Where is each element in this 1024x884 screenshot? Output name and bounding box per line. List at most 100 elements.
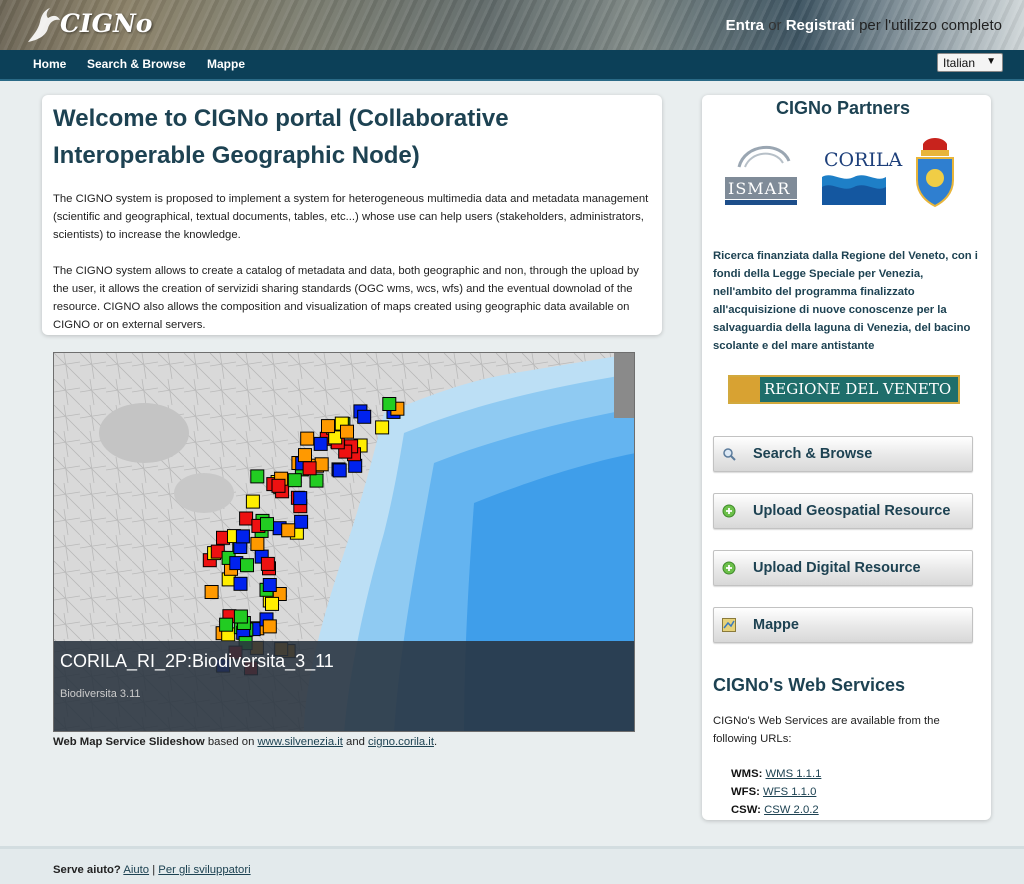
partners-title: CIGNo Partners — [775, 98, 911, 118]
map-marker — [262, 578, 277, 592]
map-marker — [298, 448, 312, 463]
corila-logo-text: CORILA — [824, 149, 903, 171]
upload-digital-label: Upload Digital Resource — [753, 560, 921, 576]
map-marker — [287, 473, 302, 488]
nav-item-search-browse[interactable]: Search & Browse — [87, 57, 186, 71]
map-marker — [294, 514, 309, 529]
map-marker — [309, 473, 324, 488]
map-marker — [313, 436, 328, 451]
upload-digital-button[interactable]: Upload Digital Resource — [713, 550, 973, 586]
map-marker — [233, 576, 248, 591]
intro-paragraph-2: The CIGNO system allows to create a cata… — [53, 265, 639, 331]
or-text: or — [768, 17, 782, 34]
map-marker — [250, 469, 265, 484]
map-marker — [281, 523, 296, 538]
lion-emblem-icon — [730, 377, 760, 402]
language-select[interactable]: Italian ▼ — [937, 53, 1003, 72]
developers-link[interactable]: Per gli sviluppatori — [158, 864, 250, 876]
upload-geospatial-button[interactable]: Upload Geospatial Resource — [713, 493, 973, 529]
corila-logo[interactable]: CORILA — [822, 143, 902, 205]
map-marker — [348, 458, 363, 473]
search-icon — [723, 448, 736, 461]
map-marker — [300, 431, 315, 446]
map-marker — [340, 424, 354, 439]
map-marker — [357, 409, 372, 424]
main-nav: Home Search & Browse Mappe — [0, 50, 1024, 81]
venezia-crest-logo[interactable] — [913, 136, 957, 208]
wms-link[interactable]: WMS 1.1.1 — [766, 768, 822, 780]
csw-row: CSW: CSW 2.0.2 — [731, 804, 819, 816]
dropdown-arrow-icon: ▼ — [986, 56, 996, 67]
plus-icon — [722, 561, 736, 575]
map-marker — [245, 494, 260, 509]
map-marker — [239, 511, 254, 526]
wms-slideshow[interactable]: CORILA_RI_2P:Biodiversita_3_11 Biodivers… — [53, 352, 635, 732]
page-title: Welcome to CIGNo portal (Collaborative I… — [53, 105, 509, 169]
map-marker — [219, 617, 234, 632]
map-marker — [235, 529, 250, 544]
csw-link[interactable]: CSW 2.0.2 — [764, 804, 819, 816]
slideshow-credits: Web Map Service Slideshow based on www.s… — [53, 736, 437, 748]
map-marker — [332, 463, 347, 478]
credits-suffix: . — [433, 736, 438, 748]
map-icon — [722, 618, 736, 632]
wfs-row: WFS: WFS 1.1.0 — [731, 786, 816, 798]
map-marker — [250, 536, 265, 551]
auth-links: Entra or Registrati per l'utilizzo compl… — [726, 17, 1002, 34]
map-marker — [262, 619, 277, 634]
map-marker — [265, 596, 279, 611]
map-marker — [302, 461, 317, 476]
map-marker — [321, 419, 335, 434]
login-link[interactable]: Entra — [726, 17, 764, 34]
map-marker — [240, 558, 254, 573]
footer-separator: | — [152, 864, 156, 876]
slide-caption-title: CORILA_RI_2P:Biodiversita_3_11 — [60, 651, 334, 671]
map-marker — [260, 517, 274, 532]
heron-icon — [28, 8, 60, 42]
mappe-label: Mappe — [753, 617, 799, 633]
web-services-title: CIGNo's Web Services — [713, 675, 906, 695]
register-link[interactable]: Registrati — [786, 17, 855, 34]
slide-caption-subtitle: Biodiversita 3.11 — [60, 688, 141, 700]
language-value: Italian — [943, 56, 976, 70]
mappe-button[interactable]: Mappe — [713, 607, 973, 643]
cigno-corila-link[interactable]: cigno.corila.it — [368, 736, 434, 748]
ismar-logo-text: ISMAR — [728, 179, 791, 198]
credits-and: and — [346, 736, 365, 748]
footer-help-label: Serve aiuto? — [53, 864, 121, 876]
nav-item-home[interactable]: Home — [33, 57, 66, 71]
search-browse-button[interactable]: Search & Browse — [713, 436, 973, 472]
map-marker — [233, 609, 248, 624]
map-marker — [293, 491, 308, 506]
map-marker — [382, 397, 397, 411]
plus-icon — [722, 504, 736, 518]
wfs-label: WFS: — [731, 786, 760, 798]
slide-caption: CORILA_RI_2P:Biodiversita_3_11 Biodivers… — [54, 641, 634, 731]
wfs-link[interactable]: WFS 1.1.0 — [763, 786, 816, 798]
silvenezia-link[interactable]: www.silvenezia.it — [258, 736, 343, 748]
search-browse-label: Search & Browse — [753, 446, 873, 462]
regione-veneto-logo[interactable]: REGIONE DEL VENETO — [728, 375, 960, 404]
map-marker — [271, 478, 286, 493]
ismar-logo[interactable]: ISMAR — [725, 137, 797, 207]
csw-label: CSW: — [731, 804, 761, 816]
credits-middle: based on — [207, 736, 255, 748]
regione-veneto-logo-text: REGIONE DEL VENETO — [764, 380, 952, 398]
logo-text: CIGNo — [60, 9, 153, 38]
footer-help: Serve aiuto? Aiuto | Per gli sviluppator… — [53, 864, 251, 876]
upload-geospatial-label: Upload Geospatial Resource — [753, 503, 951, 519]
map-marker — [375, 420, 390, 435]
register-suffix: per l'utilizzo completo — [859, 17, 1002, 34]
funding-text: Ricerca finanziata dalla Regione del Ven… — [713, 250, 978, 352]
wms-label: WMS: — [731, 768, 763, 780]
intro-paragraph-1: The CIGNO system is proposed to implemen… — [53, 193, 649, 241]
crest-icon — [916, 138, 954, 208]
map-marker — [260, 556, 275, 571]
help-link[interactable]: Aiuto — [123, 864, 149, 876]
web-services-description: CIGNo's Web Services are available from … — [713, 715, 940, 745]
nav-item-mappe[interactable]: Mappe — [207, 57, 245, 71]
wms-row: WMS: WMS 1.1.1 — [731, 768, 821, 780]
map-marker — [314, 457, 329, 472]
credits-prefix: Web Map Service Slideshow — [53, 736, 205, 748]
map-marker — [204, 585, 219, 599]
